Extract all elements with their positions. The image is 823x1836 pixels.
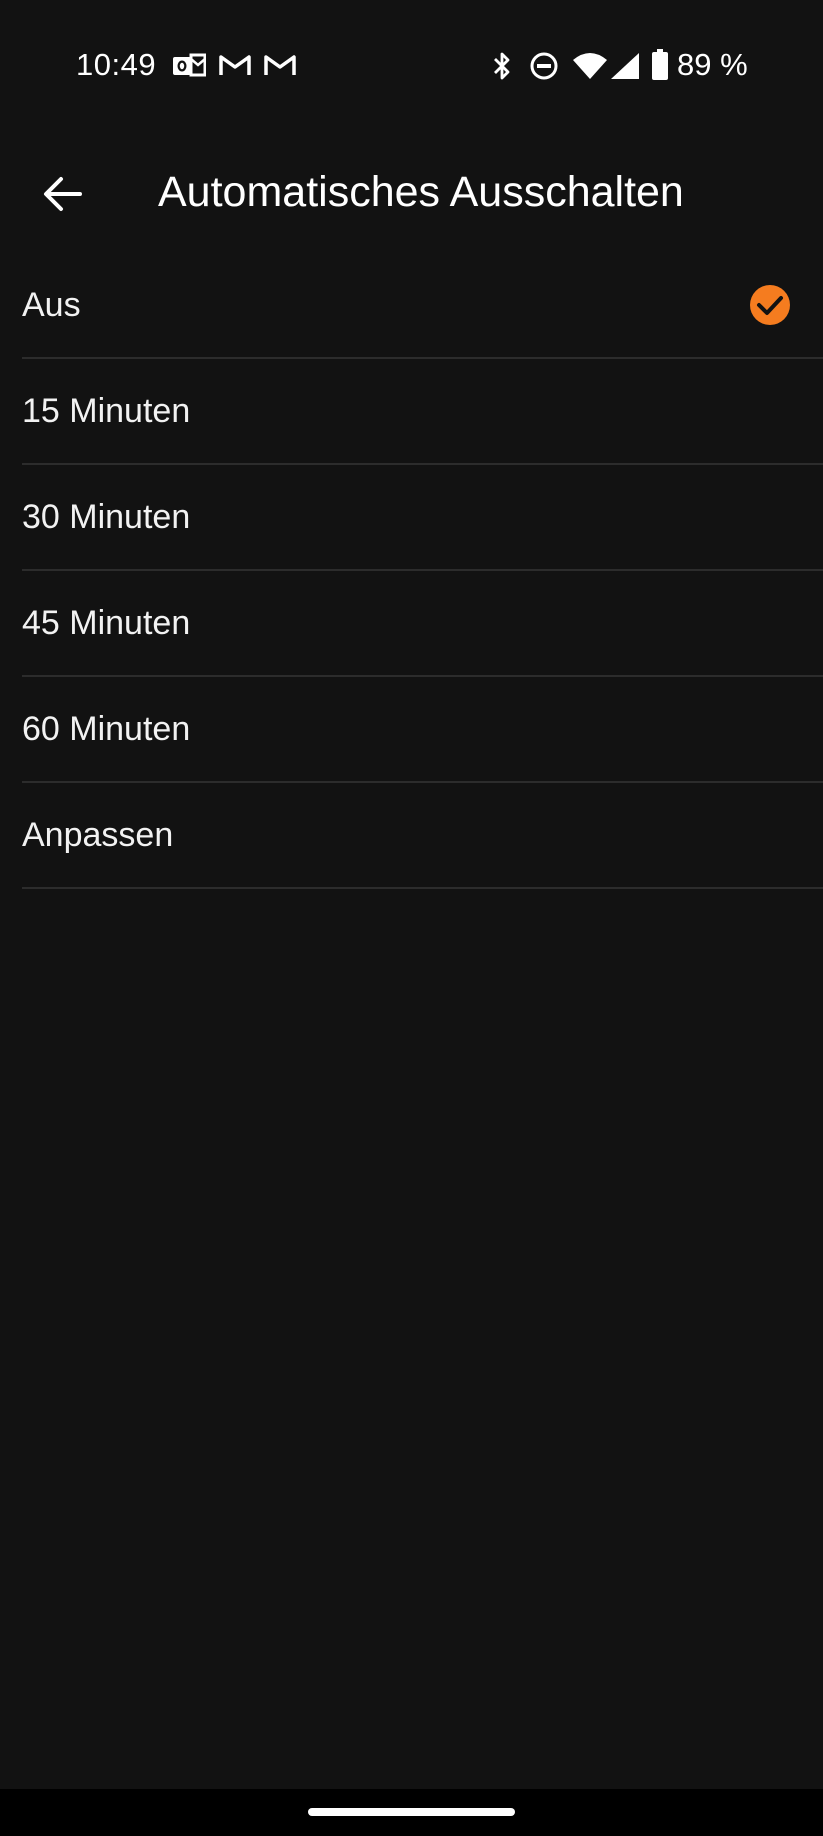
status-bar: 10:49 89 % bbox=[0, 0, 823, 130]
do-not-disturb-icon bbox=[530, 52, 558, 80]
option-30-minutes[interactable]: 30 Minuten bbox=[22, 465, 823, 571]
auto-off-options-list: Aus 15 Minuten 30 Minuten 45 Minuten 60 … bbox=[22, 253, 823, 889]
back-button[interactable] bbox=[30, 162, 94, 226]
option-label: Anpassen bbox=[22, 816, 174, 854]
battery-percentage: 89 % bbox=[677, 47, 748, 82]
option-label: 60 Minuten bbox=[22, 710, 191, 748]
option-off[interactable]: Aus bbox=[22, 253, 823, 359]
home-indicator[interactable] bbox=[308, 1808, 515, 1816]
outlook-icon bbox=[173, 53, 206, 77]
gmail-icon bbox=[219, 55, 251, 75]
option-45-minutes[interactable]: 45 Minuten bbox=[22, 571, 823, 677]
arrow-left-icon bbox=[44, 177, 82, 211]
gmail-icon bbox=[264, 55, 296, 75]
checkmark-icon bbox=[750, 285, 790, 325]
status-time: 10:49 bbox=[76, 47, 157, 82]
option-customize[interactable]: Anpassen bbox=[22, 783, 823, 889]
page-title: Automatisches Ausschalten bbox=[158, 168, 684, 216]
option-label: 45 Minuten bbox=[22, 604, 191, 642]
bluetooth-icon bbox=[494, 52, 510, 80]
option-label: 15 Minuten bbox=[22, 392, 191, 430]
option-60-minutes[interactable]: 60 Minuten bbox=[22, 677, 823, 783]
battery-icon bbox=[652, 49, 668, 80]
wifi-icon bbox=[573, 53, 607, 79]
cellular-signal-icon bbox=[611, 53, 639, 79]
option-label: Aus bbox=[22, 286, 81, 324]
app-bar: Automatisches Ausschalten bbox=[0, 150, 823, 234]
option-label: 30 Minuten bbox=[22, 498, 191, 536]
option-15-minutes[interactable]: 15 Minuten bbox=[22, 359, 823, 465]
